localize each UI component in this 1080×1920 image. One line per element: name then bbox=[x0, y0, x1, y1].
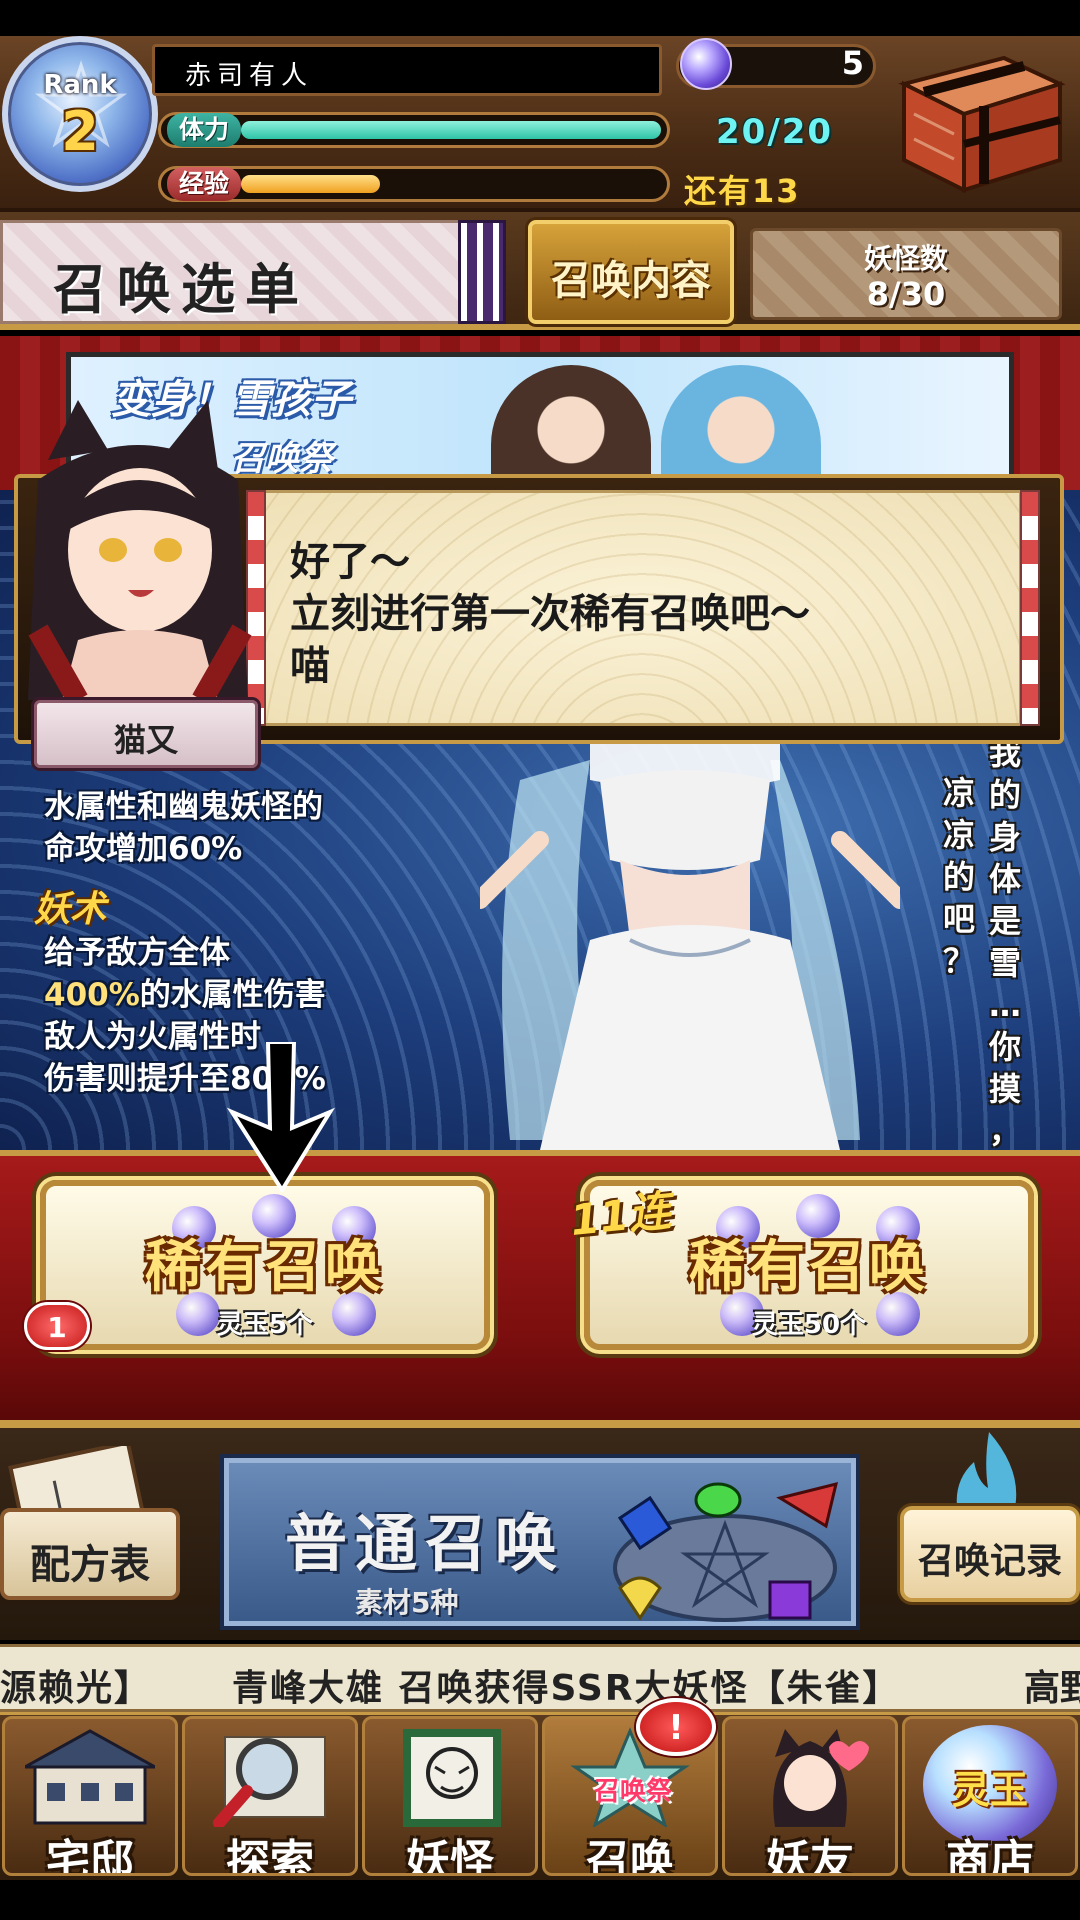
passive-effect-text: 水属性和幽鬼妖怪的 命攻增加60% bbox=[44, 786, 323, 870]
quote-char: 凉 bbox=[942, 774, 975, 812]
nav-label: 妖友 bbox=[766, 1836, 854, 1876]
exp-remaining: 还有13 bbox=[684, 172, 801, 210]
featured-yokai-art bbox=[480, 720, 900, 1150]
summon-history-label: 召唤记录 bbox=[917, 1541, 1062, 1582]
friend-character-icon bbox=[773, 1729, 869, 1827]
scroll-pole-right bbox=[1020, 490, 1040, 726]
page-title: 召唤选单 bbox=[53, 258, 309, 321]
nekomata-portrait bbox=[28, 400, 252, 700]
summoning-circle-icon bbox=[613, 1481, 839, 1622]
nav-mansion[interactable]: 宅邸 bbox=[2, 1716, 178, 1876]
banner-character-art bbox=[661, 365, 821, 483]
arrow-down-icon bbox=[226, 1042, 335, 1192]
nav-shop[interactable]: 灵玉 商店 bbox=[902, 1716, 1078, 1876]
rank-badge: ☆ Rank 2 bbox=[2, 36, 158, 192]
stamina-label: 体力 bbox=[167, 113, 242, 147]
quote-char: 身 bbox=[988, 818, 1021, 856]
quote-column: 我的身体是雪… 你摸， bbox=[984, 732, 1026, 1152]
dialog-line: 好了～ bbox=[290, 539, 410, 585]
quote-char: ， bbox=[988, 1112, 1021, 1150]
nav-label: 妖怪 bbox=[406, 1836, 494, 1876]
summon-festival-tag: 召唤祭 bbox=[593, 1777, 672, 1807]
quote-char: ？ bbox=[942, 942, 975, 980]
stamina-fill bbox=[241, 121, 661, 139]
mansion-icon bbox=[25, 1729, 155, 1825]
banner-character-art bbox=[491, 365, 651, 483]
player-name-box: 赤司有人 bbox=[152, 44, 662, 96]
yokai-count-box: 妖怪数 8/30 bbox=[750, 228, 1062, 320]
ticker-message: 青峰大雄 召唤获得SSR大妖怪【朱雀】 bbox=[232, 1668, 901, 1709]
quote-char: 吧 bbox=[942, 900, 975, 938]
quote-column: 凉凉的吧？ bbox=[938, 772, 980, 982]
recipe-label: 配方表 bbox=[30, 1542, 150, 1588]
nav-explore[interactable]: 探索 bbox=[182, 1716, 358, 1876]
decorative-stripe bbox=[458, 220, 506, 324]
quote-char: 你 bbox=[988, 1028, 1021, 1066]
passive-line: 水属性和幽鬼妖怪的 bbox=[44, 789, 323, 825]
summon-content-button[interactable]: 召唤内容 bbox=[528, 220, 734, 324]
magnifier-icon bbox=[213, 1736, 326, 1827]
quote-char: 雪 bbox=[988, 944, 1021, 982]
spirit-orb-icon bbox=[680, 38, 732, 90]
quote-char: 摸 bbox=[988, 1070, 1021, 1108]
normal-summon-title: 普通召唤 bbox=[285, 1507, 566, 1580]
quote-char: … bbox=[989, 986, 1021, 1024]
dialog-line: 喵 bbox=[290, 643, 330, 689]
rare-11x-summon-cost: 灵玉50个 bbox=[751, 1310, 867, 1340]
character-quote: 凉凉的吧？ 我的身体是雪… 你摸， bbox=[934, 734, 1064, 1150]
speaker-name: 猫又 bbox=[113, 721, 178, 759]
player-name: 赤司有人 bbox=[185, 61, 314, 91]
nav-friends[interactable]: 妖友 bbox=[722, 1716, 898, 1876]
menu-title-box: 召唤选单 bbox=[0, 220, 470, 324]
skill-percent: 400% bbox=[44, 977, 140, 1013]
exp-bar: 经验 bbox=[158, 166, 670, 202]
nav-label: 商店 bbox=[946, 1836, 1034, 1876]
skill-line-suffix: 的水属性伤害 bbox=[139, 977, 326, 1013]
passive-line: 命攻增加60% bbox=[44, 831, 243, 867]
exp-fill bbox=[241, 175, 380, 193]
badge-count: 1 bbox=[47, 1311, 67, 1344]
quote-char: 的 bbox=[988, 776, 1021, 814]
skill-line: 400%的水属性伤害 bbox=[44, 974, 326, 1016]
nav-label: 召唤 bbox=[586, 1836, 674, 1876]
rare-summon-cost: 灵玉5个 bbox=[216, 1310, 314, 1340]
stamina-value: 20/20 bbox=[716, 112, 834, 152]
ticker-previous: 源赖光】 bbox=[0, 1668, 153, 1709]
announcement-ticker: 源赖光】 青峰大雄 召唤获得SSR大妖怪【朱雀】 高野 bbox=[0, 1644, 1080, 1712]
summon-content-label: 召唤内容 bbox=[551, 258, 711, 304]
spirit-orb-label: 灵玉 bbox=[951, 1768, 1028, 1812]
yokai-scroll-icon bbox=[403, 1729, 501, 1827]
notification-badge: 1 bbox=[24, 1302, 90, 1350]
ticker-next: 高野 bbox=[1024, 1668, 1080, 1709]
skill-label: 妖术 bbox=[34, 889, 107, 930]
summon-history-button[interactable]: 召唤记录 bbox=[900, 1506, 1080, 1602]
rare-summon-button[interactable]: 稀有召唤 灵玉5个 bbox=[40, 1180, 490, 1350]
speaker-nameplate: 猫又 bbox=[34, 700, 258, 768]
rank-label: Rank bbox=[43, 70, 117, 100]
quote-char: 是 bbox=[988, 902, 1021, 940]
quote-char: 凉 bbox=[942, 816, 975, 854]
eleven-pull-tag: 11连 bbox=[568, 1185, 674, 1246]
dialog-line: 立刻进行第一次稀有召唤吧～ bbox=[290, 591, 810, 637]
alert-badge: ! bbox=[636, 1698, 716, 1756]
yokai-count-title: 妖怪数 bbox=[863, 242, 948, 275]
spirit-orb-count: 5 bbox=[841, 44, 864, 82]
alert-icon: ! bbox=[668, 1708, 684, 1748]
recipe-button[interactable]: 配方表 bbox=[0, 1508, 180, 1600]
treasure-chest-icon[interactable] bbox=[884, 44, 1066, 196]
exp-label: 经验 bbox=[167, 167, 242, 201]
quote-char: 的 bbox=[942, 858, 975, 896]
stamina-bar: 体力 bbox=[158, 112, 670, 148]
rare-summon-title: 稀有召唤 bbox=[145, 1235, 385, 1300]
normal-summon-cost: 素材5种 bbox=[355, 1586, 459, 1619]
dialog-text: 好了～ 立刻进行第一次稀有召唤吧～ 喵 bbox=[290, 536, 810, 692]
nav-label: 宅邸 bbox=[46, 1836, 134, 1876]
skill-line: 给予敌方全体 bbox=[44, 935, 230, 971]
yokai-count-value: 8/30 bbox=[866, 275, 946, 313]
rank-value: 2 bbox=[61, 100, 99, 163]
nav-label: 探索 bbox=[226, 1836, 314, 1876]
quote-char: 体 bbox=[988, 860, 1021, 898]
nav-yokai[interactable]: 妖怪 bbox=[362, 1716, 538, 1876]
